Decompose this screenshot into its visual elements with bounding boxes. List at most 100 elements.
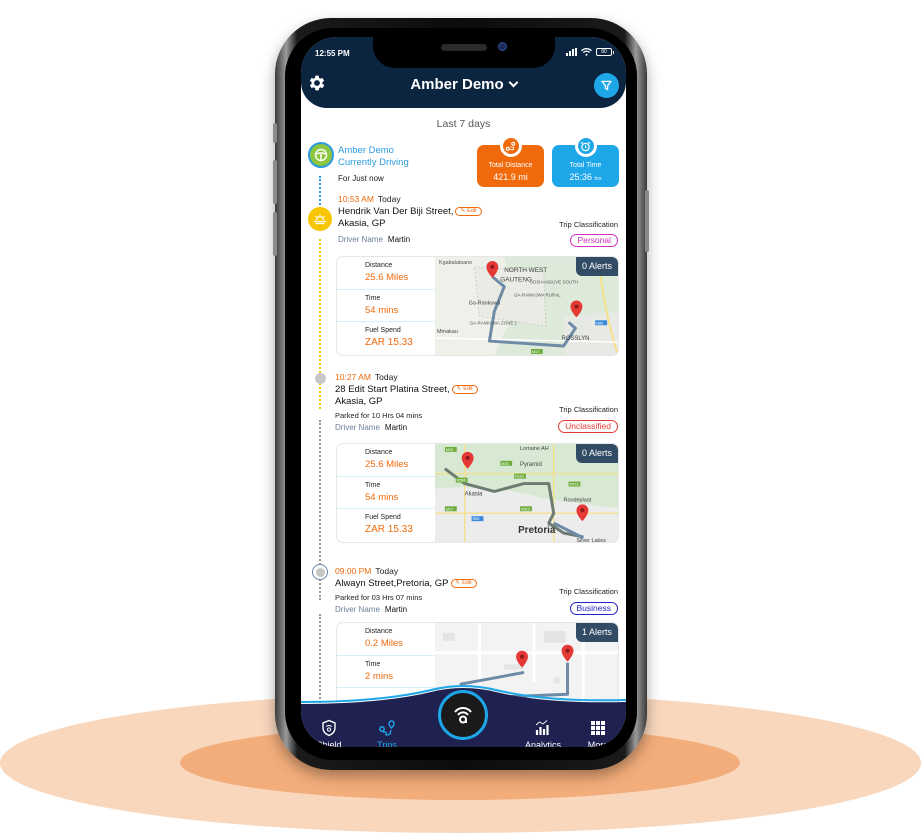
alarm-clock-icon [574, 135, 597, 157]
chevron-down-icon [508, 77, 519, 88]
total-time-label: Total Time [569, 162, 602, 169]
camera [498, 42, 507, 51]
trip-classification-label: Trip Classification [559, 220, 618, 229]
trip-address: Hendrik Van Der Biji Street, ✎ Edit Akasi… [338, 206, 538, 230]
map-label: ROSSLYN [562, 336, 590, 342]
map-label: SOSHANGUVE SOUTH [530, 280, 578, 285]
map-label: Silver Lakes [576, 538, 606, 543]
trip-start-time: 09:00 PM [335, 566, 372, 576]
trip-start-time: 10:27 AM [335, 372, 371, 382]
trip-driver: Driver Name Martin [335, 423, 408, 432]
trip-day: Today [374, 372, 398, 382]
status-icons: 80 [566, 48, 614, 56]
steering-wheel-icon [314, 148, 328, 162]
map-label: R80 [473, 517, 480, 521]
grid-icon [591, 721, 605, 735]
trip-day: Today [375, 566, 399, 576]
trip-driver: Driver Name Martin [338, 235, 411, 244]
app-screen: 12:55 PM 80 Amber Demo Last 7 days Amber… [301, 37, 626, 747]
nav-analytics[interactable]: Analytics [514, 719, 572, 747]
edit-address-button[interactable]: ✎ Edit [450, 578, 477, 588]
route-pin-icon [499, 135, 522, 157]
map-label: R566 [457, 479, 466, 483]
trip-address: Alwayn Street,Pretoria, GP ✎ Edit [335, 578, 535, 590]
total-distance-card: Total Distance 421.9 mi [477, 135, 544, 187]
account-title: Amber Demo [410, 76, 504, 93]
trip-parked-duration: Parked for 03 Hrs 07 mins [335, 593, 423, 602]
current-driver-name: Amber Demo [338, 145, 394, 156]
current-driver[interactable]: Amber Demo Currently Driving [338, 145, 409, 169]
map-label: Pyramid [520, 462, 542, 468]
trip-summary-card[interactable]: Distance 25.6 Miles Time 54 mins Fuel Spen… [336, 443, 619, 543]
trip-duration: Time 54 mins [337, 477, 435, 510]
wifi-icon [581, 48, 592, 56]
filter-button[interactable] [594, 73, 619, 98]
map-label: Akasia [465, 491, 483, 497]
map-label: GA-RANKUWA ZONE 1 [470, 320, 518, 325]
trip-alerts-badge[interactable]: 1 Alerts [575, 623, 618, 642]
trip-fuel: Fuel Spend ZAR 15.33 [365, 514, 413, 536]
app-header: 12:55 PM 80 Amber Demo [301, 37, 626, 108]
trip-fuel: Fuel Spend ZAR 15.33 [365, 327, 413, 349]
total-distance-label: Total Distance [488, 162, 533, 169]
amber-logo-icon [454, 707, 472, 724]
amber-home-button[interactable] [438, 690, 488, 740]
trip-classification-badge[interactable]: Personal [570, 234, 618, 247]
trip-classification-label: Trip Classification [559, 587, 618, 596]
mute-switch [273, 123, 277, 143]
nav-trips[interactable]: Trips [362, 719, 412, 747]
timeline-node [315, 373, 326, 384]
map-label: GA-RANKUWA RURAL [514, 293, 561, 298]
trip-classification-badge[interactable]: Unclassified [558, 420, 618, 433]
trip-classification-badge[interactable]: Business [569, 602, 618, 615]
nav-shield[interactable]: Shield [304, 719, 354, 747]
map-label: Pretoria [518, 525, 556, 536]
map-label: M20 [446, 448, 453, 452]
map-label: Ga-Rankuwa [469, 300, 502, 306]
map-label: M17 [446, 507, 453, 511]
timeline-node [312, 564, 328, 580]
trip-distance: Distance 25.6 Miles [337, 444, 435, 477]
trip-duration: Time 54 mins [337, 290, 435, 323]
map-label: M17 [532, 350, 539, 354]
map-label: R513 [521, 507, 530, 511]
notch [373, 37, 555, 68]
total-time-card: Total Time 25:36 hrs [552, 135, 619, 187]
account-selector[interactable]: Amber Demo [301, 76, 626, 93]
trip-distance: Distance 25.6 Miles [337, 257, 435, 290]
status-time: 12:55 PM [315, 49, 350, 58]
trip-day: Today [377, 194, 401, 204]
trip-alerts-badge[interactable]: 0 Alerts [575, 444, 618, 463]
driving-status-icon [308, 142, 334, 168]
map-label: Kgabalatsane [439, 260, 472, 266]
trip-distance: Distance 0.2 Miles [337, 623, 435, 656]
map-label: Roodeplaat [564, 497, 592, 503]
trip-classification-label: Trip Classification [559, 405, 618, 414]
bottom-navigation: Shield Trips Analytics More [301, 682, 626, 747]
map-label: R573 [570, 483, 579, 487]
analytics-icon [535, 720, 549, 735]
map-label: GAUTENG [500, 277, 532, 284]
power-button [645, 190, 649, 252]
shield-icon [322, 719, 336, 737]
date-range-label: Last 7 days [436, 118, 491, 130]
trip-address: 28 Edit Start Platina Street, ✎ Edit Akas… [335, 384, 535, 408]
trip-driver: Driver Name Martin [335, 605, 408, 614]
total-time-value: 25:36 hrs [569, 172, 602, 182]
trip-alerts-badge[interactable]: 0 Alerts [575, 257, 618, 276]
total-distance-value: 421.9 mi [493, 172, 528, 182]
edit-address-button[interactable]: ✎ Edit [451, 384, 478, 394]
volume-up-button [273, 160, 277, 204]
map-label: NORTH WEST [504, 267, 547, 274]
nav-more[interactable]: More [573, 719, 623, 747]
speaker [441, 44, 487, 51]
edit-address-button[interactable]: ✎ Edit [455, 206, 482, 216]
filter-icon [601, 80, 612, 91]
current-driver-since: For Just now [338, 174, 384, 183]
trip-summary-card[interactable]: Distance 25.6 Miles Time 54 mins Fuel Spen… [336, 256, 619, 356]
battery-icon: 80 [596, 48, 614, 56]
trips-timeline[interactable]: Last 7 days Amber Demo Currently Driving… [301, 108, 626, 734]
map-label: M35 [501, 462, 508, 466]
map-label: R101 [515, 475, 524, 479]
current-driver-status: Currently Driving [338, 157, 409, 168]
